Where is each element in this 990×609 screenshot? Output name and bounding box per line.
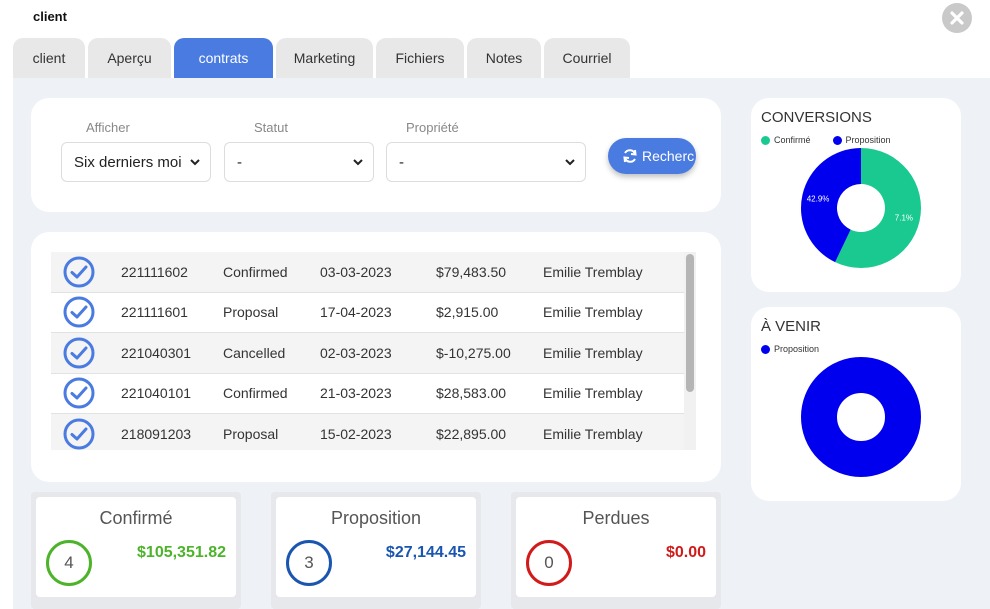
tab-courriel[interactable]: Courriel: [544, 38, 630, 78]
scrollbar-thumb[interactable]: [686, 254, 694, 392]
legend-item: Proposition: [761, 344, 819, 354]
contract-amount: $2,915.00: [436, 304, 499, 321]
stat-count: 3: [286, 540, 332, 586]
stat-proposition: Proposition 3 $27,144.45: [276, 497, 476, 597]
stat-title: Proposition: [330, 508, 422, 528]
contract-owner: Emilie Tremblay: [543, 263, 643, 280]
propriete-label: Propriété: [406, 120, 459, 135]
chart-legend: Proposition: [761, 344, 819, 354]
check-circle-icon[interactable]: [51, 256, 121, 288]
close-button[interactable]: [942, 3, 972, 33]
legend-label: Confirmé: [774, 135, 811, 145]
contract-status: Confirmed: [223, 263, 288, 280]
content-area: Afficher Six derniers moi Statut - Propr…: [13, 78, 990, 609]
a-venir-donut-chart: [801, 357, 921, 477]
contract-date: 17-04-2023: [320, 304, 392, 321]
stat-confirme: Confirmé 4 $105,351.82: [36, 497, 236, 597]
stat-count: 4: [46, 540, 92, 586]
stat-perdues: Perdues 0 $0.00: [516, 497, 716, 597]
chart-title: À VENIR: [761, 318, 822, 335]
statut-value: -: [237, 153, 242, 171]
chevron-down-icon: [353, 159, 363, 166]
contract-status: Cancelled: [223, 344, 286, 361]
tab-notes[interactable]: Notes: [467, 38, 541, 78]
contract-amount: $28,583.00: [436, 385, 507, 402]
tab-apercu[interactable]: Aperçu: [88, 38, 171, 78]
statut-label: Statut: [254, 120, 288, 135]
donut-slice: [801, 357, 921, 477]
legend-label: Proposition: [845, 135, 891, 145]
contract-id: 221040301: [121, 344, 192, 361]
chevron-down-icon: [565, 159, 575, 166]
table-row[interactable]: 221111601 Proposal 17-04-2023 $2,915.00 Emil…: [51, 293, 684, 333]
chart-title: CONVERSIONS: [761, 109, 872, 126]
table-row[interactable]: 221040101 Confirmed 21-03-2023 $28,583.00 Em…: [51, 374, 684, 414]
contract-status: Proposal: [223, 304, 279, 321]
contracts-table: 221111602 Confirmed 03-03-2023 $79,483.50 Em…: [51, 252, 684, 450]
legend-label: Proposition: [774, 344, 820, 354]
contract-id: 221040101: [121, 385, 192, 402]
chevron-down-icon: [190, 159, 200, 166]
window-title: client: [33, 9, 67, 24]
table-row[interactable]: 221040301 Cancelled 02-03-2023 $-10,275.00 E…: [51, 333, 684, 374]
contract-status: Proposal: [223, 425, 279, 442]
search-button[interactable]: Recherc: [608, 138, 696, 174]
contract-amount: $-10,275.00: [436, 344, 511, 361]
legend-swatch: [761, 344, 770, 354]
table-row[interactable]: 218091203 Proposal 15-02-2023 $22,895.00 Emi…: [51, 414, 684, 450]
contract-id: 221111601: [121, 304, 188, 321]
stat-title: Perdues: [582, 508, 650, 528]
tab-fichiers[interactable]: Fichiers: [376, 38, 464, 78]
contract-id: 221111602: [121, 263, 188, 280]
stat-title: Confirmé: [99, 508, 173, 528]
conversions-donut-chart: 7.1% 42.9%: [801, 148, 921, 268]
afficher-select[interactable]: Six derniers moi: [61, 142, 211, 182]
contract-owner: Emilie Tremblay: [543, 425, 643, 442]
afficher-label: Afficher: [86, 120, 130, 135]
check-circle-icon[interactable]: [51, 296, 121, 328]
statut-select[interactable]: -: [224, 142, 374, 182]
stat-amount: $105,351.82: [137, 544, 226, 561]
contract-amount: $22,895.00: [436, 425, 507, 442]
legend-swatch: [832, 135, 842, 145]
stat-amount: $0.00: [665, 544, 706, 561]
legend-swatch: [761, 135, 770, 145]
tab-marketing[interactable]: Marketing: [276, 38, 373, 78]
refresh-icon: [623, 149, 637, 163]
tab-bar: client Aperçu contrats Marketing Fichier…: [13, 38, 630, 78]
contract-amount: $79,483.50: [436, 263, 507, 280]
legend-item: Proposition: [832, 135, 891, 145]
check-circle-icon[interactable]: [51, 377, 121, 409]
contracts-panel: 221111602 Confirmed 03-03-2023 $79,483.50 Em…: [31, 232, 721, 482]
check-circle-icon[interactable]: [51, 418, 121, 450]
propriete-value: -: [399, 153, 404, 171]
contract-date: 02-03-2023: [320, 344, 392, 361]
a-venir-chart-card: À VENIR Proposition: [751, 307, 961, 501]
contract-id: 218091203: [121, 425, 192, 442]
contract-owner: Emilie Tremblay: [543, 344, 643, 361]
stat-amount: $27,144.45: [385, 544, 466, 561]
close-icon: [950, 11, 964, 25]
contract-owner: Emilie Tremblay: [543, 304, 643, 321]
tab-contrats[interactable]: contrats: [174, 38, 273, 78]
contract-date: 15-02-2023: [320, 425, 392, 442]
conversions-chart-card: CONVERSIONS Confirmé Proposition 7.1% 42.9…: [751, 98, 961, 292]
legend-item: Confirmé: [761, 135, 811, 145]
donut-slice-label: 42.9%: [807, 194, 830, 203]
tab-client[interactable]: client: [13, 38, 85, 78]
propriete-select[interactable]: -: [386, 142, 586, 182]
table-row[interactable]: 221111602 Confirmed 03-03-2023 $79,483.50 Em…: [51, 252, 684, 293]
contract-status: Confirmed: [223, 385, 288, 402]
scrollbar[interactable]: [684, 252, 696, 450]
contract-owner: Emilie Tremblay: [543, 385, 643, 402]
stat-count: 0: [526, 540, 572, 586]
afficher-value: Six derniers moi: [74, 153, 182, 171]
search-button-label: Recherc: [642, 148, 695, 164]
donut-slice-label: 7.1%: [895, 214, 913, 223]
contract-date: 21-03-2023: [320, 385, 392, 402]
chart-legend: Confirmé Proposition: [761, 135, 891, 145]
contract-date: 03-03-2023: [320, 263, 392, 280]
filter-panel: Afficher Six derniers moi Statut - Propr…: [31, 98, 721, 212]
check-circle-icon[interactable]: [51, 337, 121, 369]
